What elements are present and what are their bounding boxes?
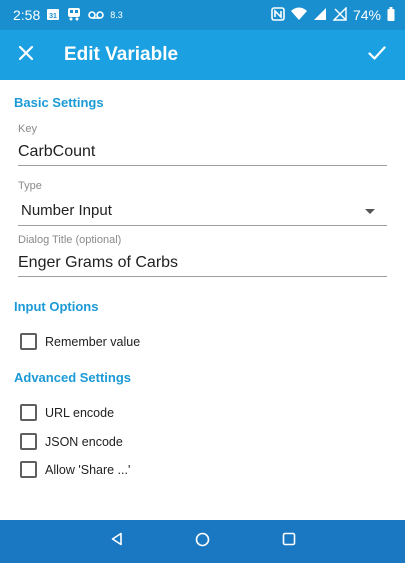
checkbox-box (20, 333, 37, 350)
battery-icon (387, 6, 395, 24)
nfc-icon (271, 6, 285, 24)
checkbox-box (20, 433, 37, 450)
back-button[interactable] (74, 520, 160, 563)
url-encode-checkbox[interactable]: URL encode (20, 404, 114, 421)
calendar-icon: 31 (46, 7, 60, 24)
remember-value-label: Remember value (45, 334, 141, 349)
section-input-options: Input Options (14, 299, 99, 314)
json-encode-checkbox[interactable]: JSON encode (20, 433, 123, 450)
navigation-bar (0, 520, 405, 563)
allow-share-label: Allow 'Share ...' (45, 462, 131, 477)
app-bar: Edit Variable (0, 30, 405, 80)
dropdown-arrow-icon (365, 202, 375, 220)
status-small-text: 8.3 (110, 10, 123, 20)
train-icon (66, 7, 82, 24)
recents-button[interactable] (246, 520, 332, 563)
status-time: 2:58 (13, 7, 41, 23)
dialog-title-input[interactable] (18, 250, 387, 277)
page-title: Edit Variable (64, 44, 179, 65)
allow-share-checkbox[interactable]: Allow 'Share ...' (20, 461, 130, 478)
url-encode-label: URL encode (45, 405, 115, 420)
key-input[interactable] (18, 139, 387, 166)
check-icon (368, 45, 386, 65)
status-left: 2:58 31 8.3 (13, 7, 123, 24)
type-select-value: Number Input (21, 202, 112, 219)
voicemail-icon (88, 7, 105, 23)
home-button[interactable] (160, 520, 246, 563)
json-encode-label: JSON encode (45, 434, 123, 449)
status-bar: 2:58 31 8.3 74% (0, 0, 405, 30)
confirm-button[interactable] (357, 30, 397, 80)
back-triangle-icon (110, 532, 124, 551)
key-label: Key (18, 123, 37, 135)
dialog-title-label: Dialog Title (optional) (18, 234, 122, 246)
home-circle-icon (195, 532, 210, 552)
signal-icon (313, 7, 327, 24)
checkbox-box (20, 461, 37, 478)
calendar-day-text: 31 (49, 13, 57, 20)
checkbox-box (20, 404, 37, 421)
recents-square-icon (282, 532, 296, 551)
close-button[interactable] (4, 30, 48, 80)
wifi-icon (290, 7, 307, 23)
signal-muted-icon (332, 5, 347, 24)
section-basic-settings: Basic Settings (14, 95, 104, 110)
type-select[interactable]: Number Input (18, 196, 387, 226)
battery-percent: 74% (352, 7, 381, 23)
form-content: Basic Settings Key Type Number Input Dia… (0, 80, 405, 520)
close-icon (18, 45, 34, 66)
type-label: Type (18, 180, 42, 192)
remember-value-checkbox[interactable]: Remember value (20, 333, 140, 350)
status-right: 74% (271, 5, 395, 24)
section-advanced-settings: Advanced Settings (14, 370, 132, 385)
